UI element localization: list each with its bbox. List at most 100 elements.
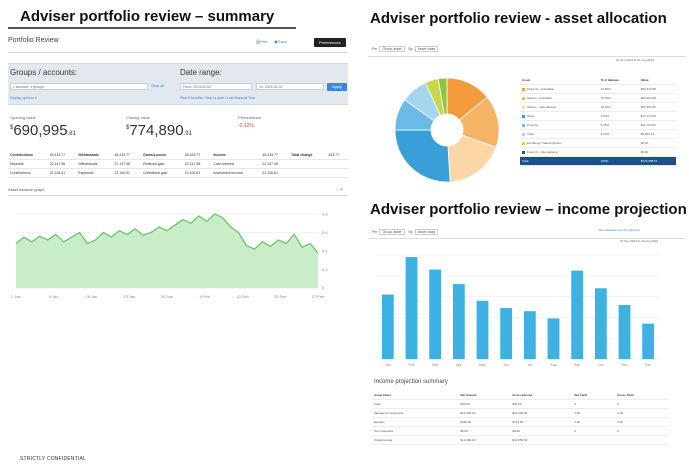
table-cell: 22,147.98 bbox=[114, 162, 130, 166]
table-cell: Exchange Traded Options bbox=[520, 138, 599, 148]
table-cell: Equities bbox=[372, 417, 459, 427]
table-cell: Investment income bbox=[213, 171, 243, 175]
table-cell: $0.00 bbox=[638, 138, 676, 148]
income-bar bbox=[452, 284, 465, 359]
table-row: Fixed int - Australian 13.60% $93,543.68 bbox=[520, 84, 676, 94]
table-cell bbox=[326, 160, 348, 169]
table-row: Cash 5.61% $6,844.01 bbox=[520, 129, 676, 139]
detailed-projection-link[interactable]: View detailed income projection bbox=[598, 228, 640, 232]
income-bar-chart: Jan Feb Mar Apr May Jun Jul Aug Sep Oct Nov Dec bbox=[376, 254, 660, 367]
divider bbox=[8, 52, 348, 53]
save-button[interactable]: ▣Save bbox=[274, 39, 287, 44]
y-tick-label: 0.6 bbox=[322, 230, 328, 235]
legend-swatch-icon bbox=[522, 141, 525, 145]
apply-button[interactable]: Apply bbox=[327, 83, 347, 91]
table-row: Exchange Traded Options $0.00 bbox=[520, 138, 676, 148]
table-cell: 0 bbox=[572, 426, 616, 436]
income-summary-title: Income projection summary bbox=[374, 379, 448, 385]
group-select[interactable]: Group asset bbox=[379, 229, 405, 235]
table-cell bbox=[615, 435, 668, 445]
table-cell: $420.00 bbox=[458, 417, 511, 427]
table-cell: 18.01% bbox=[598, 102, 639, 112]
groups-input[interactable]: 1 account, 1 groups bbox=[10, 83, 148, 90]
date-presets-links[interactable]: Past 6 Months / Year to date / Last fina… bbox=[180, 96, 255, 100]
table-cell: Total bbox=[520, 156, 599, 166]
table-cell: Shares - Australian bbox=[520, 93, 599, 103]
table-cell: 9.52% bbox=[598, 111, 639, 121]
table-cell: Gross Income bbox=[510, 391, 573, 400]
table-cell: 22,106.61 bbox=[184, 171, 201, 175]
legend-swatch-icon bbox=[522, 114, 525, 118]
table-row: Fixed int - International $0.00 bbox=[520, 147, 676, 157]
table-cell: Fixed int - International bbox=[520, 147, 599, 157]
table-cell: 15.70% bbox=[598, 93, 639, 103]
x-tick-label: 20 Feb bbox=[274, 294, 287, 299]
table-cell: $93,543.68 bbox=[638, 84, 676, 94]
income-bar bbox=[429, 269, 442, 359]
x-tick-label: Nov bbox=[621, 363, 627, 367]
income-heading: Adviser portfolio review – income projec… bbox=[370, 201, 687, 218]
table-cell: $40.00 bbox=[510, 399, 573, 409]
table-cell: Asset bbox=[520, 76, 599, 85]
table-row: Term Deposits $0.00 $0.00 0 0 bbox=[372, 426, 668, 436]
table-row: Total/Average $12,460.00 $12,865.00 bbox=[372, 435, 668, 445]
table-cell: 0 bbox=[615, 426, 668, 436]
table-cell: Contributions bbox=[10, 153, 33, 157]
table-cell: Contributions bbox=[10, 171, 31, 175]
table-cell: $714.00 bbox=[510, 417, 573, 427]
chevron-down-icon: ▾ bbox=[34, 96, 37, 100]
preferences-button[interactable]: Preferences bbox=[314, 38, 346, 47]
table-cell: Total/Average bbox=[372, 435, 459, 445]
to-date-input[interactable]: To: 2015-02-02 bbox=[256, 83, 324, 90]
x-tick-label: 6 Feb bbox=[200, 294, 211, 299]
table-cell: Cash bbox=[520, 129, 599, 139]
x-tick-label: Jul bbox=[528, 363, 533, 367]
income-bar bbox=[500, 308, 513, 359]
table-row: Contributions 22,106.61 Expenses 22,106.61 U… bbox=[8, 169, 348, 178]
opening-value: $690,995.81 bbox=[10, 122, 76, 139]
table-row: Property 5.78% $11,120.00 bbox=[520, 120, 676, 130]
table-cell: Expenses bbox=[78, 171, 94, 175]
table-row: Other 9.52% $17,173.05 bbox=[520, 111, 676, 121]
income-bar bbox=[381, 294, 394, 359]
display-options-link[interactable]: Display options ▾ bbox=[10, 96, 36, 100]
table-cell bbox=[326, 169, 348, 178]
from-date-input[interactable]: From: 2013-02-02 bbox=[180, 83, 252, 90]
asset-class-select[interactable]: Asset class bbox=[414, 229, 439, 235]
income-controls: Per Group asset By Asset class bbox=[372, 229, 441, 235]
y-tick-label: 0 bbox=[322, 286, 325, 291]
graph-collapse-icon[interactable]: ⌄ bbox=[339, 185, 344, 192]
allocation-heading: Adviser portfolio review - asset allocat… bbox=[370, 10, 667, 27]
y-tick-label: 0.4 bbox=[322, 249, 328, 254]
table-cell: 22,147.98 bbox=[49, 162, 66, 166]
x-tick-label: Feb bbox=[408, 363, 414, 367]
table-cell bbox=[572, 435, 616, 445]
x-tick-label: 13 Feb bbox=[236, 294, 249, 299]
table-cell: Asset Class bbox=[372, 391, 459, 400]
income-panel: Per Group asset By Asset class View deta… bbox=[368, 221, 686, 457]
table-cell: 3.00 bbox=[572, 408, 616, 418]
x-tick-label: Dec bbox=[645, 363, 651, 367]
y-tick-label: 0.8 bbox=[322, 212, 328, 217]
divider bbox=[8, 195, 348, 196]
table-cell: 22,106.61 bbox=[114, 171, 130, 175]
asset-class-select[interactable]: Asset class bbox=[414, 46, 439, 52]
table-cell: $0.00 bbox=[510, 426, 573, 436]
x-tick-label: Mar bbox=[432, 363, 439, 367]
x-tick-label: Jan bbox=[385, 363, 391, 367]
table-cell: $53,353.98 bbox=[638, 93, 676, 103]
legend-swatch-icon bbox=[522, 132, 525, 136]
table-cell: Unrealised gain bbox=[143, 171, 168, 175]
table-cell: Realised gain bbox=[143, 162, 165, 166]
table-header-row: Asset% of balance Value bbox=[520, 76, 676, 85]
table-cell: 22,147.98 bbox=[184, 162, 201, 166]
financial-summary-table: Contributions 45,433.77 Withdrawals 45,433.… bbox=[8, 151, 348, 178]
table-cell: Income bbox=[213, 153, 226, 157]
x-tick-label: 27 Feb bbox=[312, 294, 325, 299]
clear-all-link[interactable]: Clear all bbox=[151, 84, 164, 88]
group-select[interactable]: Group asset bbox=[379, 46, 405, 52]
legend-swatch-icon bbox=[522, 150, 525, 154]
print-button[interactable]: ⎙Print bbox=[256, 39, 267, 44]
table-cell: Gains/Losses bbox=[143, 153, 166, 157]
confidential-footer: STRICTLY CONFIDENTIAL bbox=[20, 456, 86, 462]
